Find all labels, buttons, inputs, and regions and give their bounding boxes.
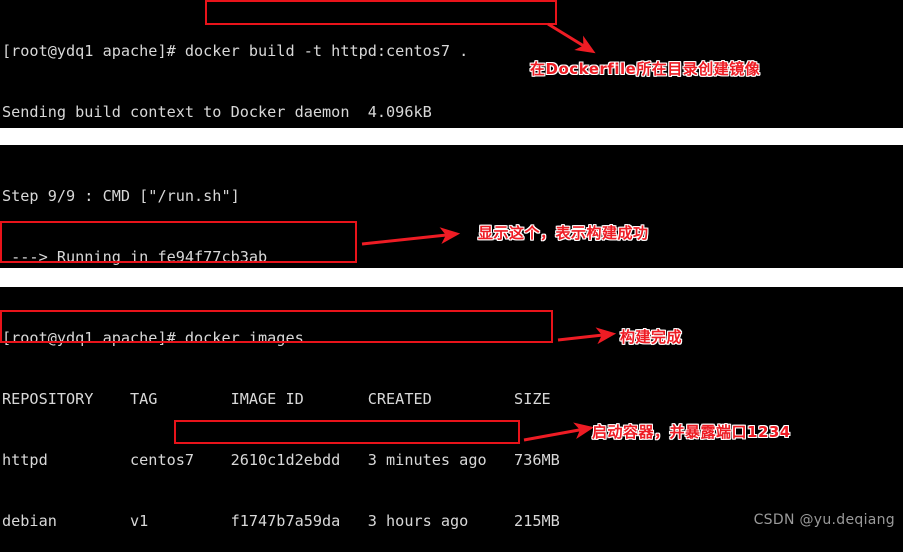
terminal-panel-build-end[interactable]: Step 9/9 : CMD ["/run.sh"] ---> Running … [0, 145, 903, 268]
terminal-line: [root@ydq1 apache]# docker images [2, 328, 304, 347]
terminal-line: Sending build context to Docker daemon 4… [2, 103, 432, 122]
annotation-build-complete: 构建完成 [620, 328, 683, 346]
screenshot-root: [root@ydq1 apache]# docker build -t http… [0, 0, 903, 552]
csdn-watermark: CSDN @yu.deqiang [753, 512, 895, 528]
terminal-line: [root@ydq1 apache]# docker build -t http… [2, 41, 469, 60]
terminal-panel-build-start[interactable]: [root@ydq1 apache]# docker build -t http… [0, 0, 903, 128]
annotation-create-image: 在Dockerfile所在目录创建镜像 [530, 60, 761, 78]
table-header-row: REPOSITORY TAG IMAGE ID CREATED SIZE [2, 390, 551, 409]
table-row: httpd centos7 2610c1d2ebdd 3 minutes ago… [2, 451, 560, 470]
terminal-line: Step 9/9 : CMD ["/run.sh"] [2, 186, 240, 205]
terminal-line: ---> Running in fe94f77cb3ab [2, 248, 268, 267]
annotation-run-container: 启动容器，并暴露端口1234 [592, 423, 791, 441]
annotation-build-success: 显示这个，表示构建成功 [478, 224, 649, 242]
